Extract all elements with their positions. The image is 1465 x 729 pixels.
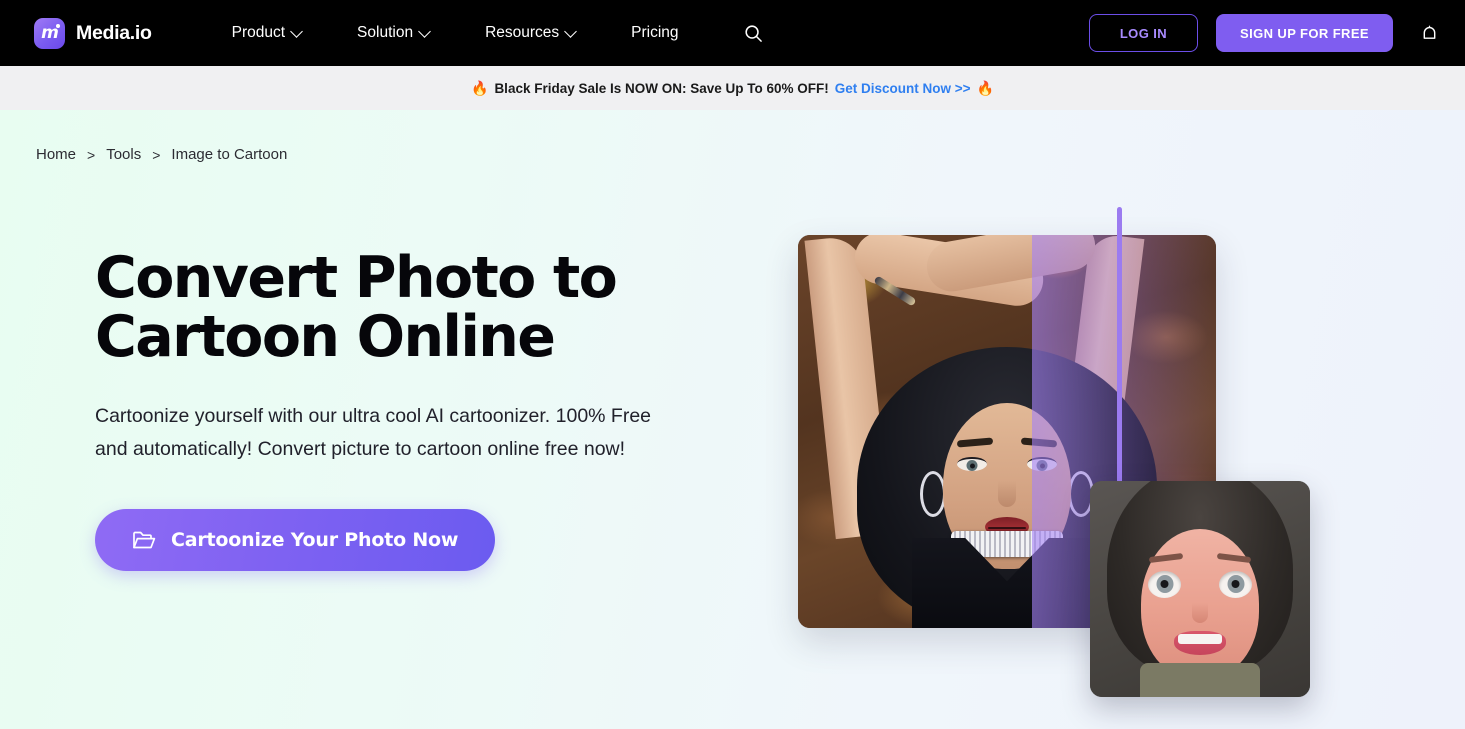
- right-eyebrow: [1020, 437, 1058, 448]
- header-actions: LOG IN SIGN UP FOR FREE: [1088, 14, 1443, 52]
- logo-dot: [55, 23, 60, 28]
- page-title-line1: Convert Photo to: [95, 245, 618, 311]
- page-title-line2: Cartoon Online: [95, 303, 556, 370]
- cartoon-face: [1141, 529, 1259, 679]
- hero-section: Home > Tools > Image to Cartoon Convert …: [0, 110, 1465, 729]
- nav-item-product[interactable]: Product: [204, 24, 329, 42]
- brand-name: Media.io: [76, 21, 152, 44]
- hero-subtitle: Cartoonize yourself with our ultra cool …: [95, 405, 652, 461]
- page-title: Convert Photo to Cartoon Online: [95, 249, 735, 366]
- left-eyebrow: [956, 437, 994, 448]
- promo-text: Black Friday Sale Is NOW ON: Save Up To …: [494, 80, 829, 96]
- after-image: [1090, 481, 1310, 697]
- fire-icon-left: 🔥: [471, 79, 489, 96]
- main-nav: Product Solution Resources Pricing: [204, 24, 707, 42]
- chevron-down-icon: [418, 25, 431, 38]
- chevron-down-icon: [290, 25, 303, 38]
- nav-label-solution: Solution: [357, 24, 414, 41]
- cartoon-neckline: [1140, 663, 1260, 697]
- cartoon-nose: [1192, 603, 1208, 623]
- logo-glyph: m: [41, 23, 59, 43]
- get-discount-link[interactable]: Get Discount Now >>: [835, 81, 971, 96]
- nav-label-product: Product: [231, 24, 286, 41]
- site-header: m Media.io Product Solution Resources Pr…: [0, 0, 1465, 66]
- breadcrumb-separator: >: [87, 146, 96, 163]
- notification-button[interactable]: [1415, 18, 1443, 48]
- breadcrumb-separator: >: [152, 146, 161, 163]
- nav-label-resources: Resources: [485, 24, 560, 41]
- media-io-logo-icon: m: [34, 17, 65, 49]
- cartoon-mouth: [1174, 631, 1226, 655]
- brand-logo[interactable]: m Media.io: [34, 17, 152, 49]
- hero-text-block: Convert Photo to Cartoon Online Cartooni…: [95, 249, 735, 572]
- right-eye: [1027, 457, 1057, 471]
- search-icon: [745, 24, 762, 42]
- before-after-comparison[interactable]: [798, 207, 1310, 697]
- nav-item-solution[interactable]: Solution: [329, 24, 457, 42]
- nav-item-resources[interactable]: Resources: [457, 24, 603, 42]
- cartoon-right-eye: [1219, 571, 1252, 598]
- breadcrumb-item-tools[interactable]: Tools: [106, 146, 141, 163]
- breadcrumb: Home > Tools > Image to Cartoon: [36, 146, 287, 163]
- search-button[interactable]: [739, 18, 769, 48]
- chevron-down-icon: [564, 25, 578, 38]
- promo-banner: 🔥 Black Friday Sale Is NOW ON: Save Up T…: [0, 66, 1465, 110]
- nose: [998, 481, 1016, 507]
- notification-bell-icon: [1423, 25, 1435, 39]
- left-eye: [957, 457, 987, 471]
- cartoonize-photo-button[interactable]: Cartoonize Your Photo Now: [95, 509, 496, 572]
- folder-open-icon: [133, 531, 156, 549]
- cta-label: Cartoonize Your Photo Now: [171, 529, 459, 552]
- signup-button[interactable]: SIGN UP FOR FREE: [1216, 14, 1393, 52]
- nav-item-pricing[interactable]: Pricing: [603, 24, 706, 42]
- cartoon-left-eye: [1148, 571, 1181, 598]
- breadcrumb-item-home[interactable]: Home: [36, 146, 76, 163]
- fire-icon-right: 🔥: [976, 79, 994, 96]
- nav-label-pricing: Pricing: [631, 24, 679, 41]
- login-button[interactable]: LOG IN: [1088, 14, 1199, 52]
- breadcrumb-item-current: Image to Cartoon: [171, 146, 288, 163]
